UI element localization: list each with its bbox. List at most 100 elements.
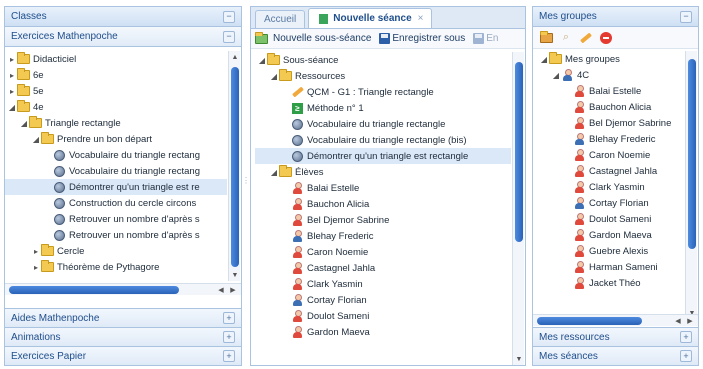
scroll-down-icon[interactable]: ▼ — [513, 353, 525, 365]
tree-item[interactable]: Castagnel Jahla — [255, 260, 511, 276]
tab-nouvelle-seance[interactable]: Nouvelle séance × — [308, 8, 433, 28]
tree-item[interactable]: QCM - G1 : Triangle rectangle — [255, 84, 511, 100]
expand-icon[interactable]: + — [680, 331, 692, 343]
tree-item[interactable]: Clark Yasmin — [255, 276, 511, 292]
scroll-right-icon[interactable]: ▶ — [684, 315, 696, 327]
tree-item[interactable]: ◢ Mes groupes — [537, 51, 684, 67]
scroll-up-icon[interactable]: ▲ — [229, 51, 241, 63]
tree-item[interactable]: Cortay Florian — [537, 195, 684, 211]
expand-icon[interactable]: + — [223, 312, 235, 324]
tree-item[interactable]: Gardon Maeva — [537, 227, 684, 243]
expand-icon[interactable]: + — [223, 331, 235, 343]
edit-icon[interactable] — [579, 31, 593, 45]
collapse-icon[interactable]: − — [223, 10, 235, 23]
tree-item[interactable]: ◢ 4C — [537, 67, 684, 83]
expand-icon[interactable]: + — [223, 350, 235, 362]
tree-item[interactable]: ▸ Théorème de Pythagore — [5, 259, 227, 275]
tree-item[interactable]: ◢ Sous-séance — [255, 52, 511, 68]
save-button[interactable]: En — [473, 33, 498, 44]
tree-item[interactable]: Bel Djemor Sabrine — [537, 115, 684, 131]
search-icon[interactable]: ⌕ — [559, 31, 573, 45]
vertical-scrollbar[interactable]: ▼ — [685, 51, 697, 319]
expand-arrow-icon[interactable]: ▸ — [31, 263, 41, 272]
tree-item[interactable]: ≥ Méthode n° 1 — [255, 100, 511, 116]
scrollbar-thumb[interactable] — [537, 317, 642, 325]
tree-item[interactable]: Démontrer qu'un triangle est rectangle — [255, 148, 511, 164]
expanded-arrow-icon[interactable]: ◢ — [7, 103, 17, 112]
tree-item[interactable]: Gardon Maeva — [255, 324, 511, 340]
tree-item[interactable]: ◢ Ressources — [255, 68, 511, 84]
expanded-arrow-icon[interactable]: ◢ — [31, 135, 41, 144]
tree-item[interactable]: Doulot Sameni — [255, 308, 511, 324]
tree-item[interactable]: Clark Yasmin — [537, 179, 684, 195]
tree-item[interactable]: Construction du cercle circons — [5, 195, 227, 211]
vertical-scrollbar[interactable]: ▲ ▼ — [228, 51, 240, 281]
expanded-arrow-icon[interactable]: ◢ — [19, 119, 29, 128]
tree-item[interactable]: Harman Sameni — [537, 259, 684, 275]
tree-item[interactable]: Démontrer qu'un triangle est re — [5, 179, 227, 195]
expand-arrow-icon[interactable]: ▸ — [31, 247, 41, 256]
tree-item[interactable]: Vocabulaire du triangle rectangle (bis) — [255, 132, 511, 148]
new-subsession-button[interactable]: Nouvelle sous-séance — [255, 31, 371, 44]
tree-item[interactable]: Vocabulaire du triangle rectangle — [255, 116, 511, 132]
collapsed-section-header[interactable]: Animations + — [5, 327, 241, 346]
expanded-arrow-icon[interactable]: ◢ — [269, 168, 279, 177]
add-group-icon[interactable] — [539, 30, 553, 45]
expanded-arrow-icon[interactable]: ◢ — [539, 55, 549, 64]
tree-item[interactable]: ▸ Cercle — [5, 243, 227, 259]
tree-item[interactable]: Balai Estelle — [537, 83, 684, 99]
scroll-left-icon[interactable]: ◀ — [215, 284, 227, 296]
tree-item[interactable]: Guebre Alexis — [537, 243, 684, 259]
vertical-scrollbar[interactable]: ▼ — [512, 52, 524, 365]
tree-item[interactable]: Balai Estelle — [255, 180, 511, 196]
mathenpoche-header[interactable]: Exercices Mathenpoche − — [5, 27, 241, 47]
collapse-icon[interactable]: − — [680, 10, 692, 23]
scrollbar-thumb[interactable] — [688, 59, 696, 249]
collapsed-section-header[interactable]: Mes ressources + — [533, 327, 698, 346]
expanded-arrow-icon[interactable]: ◢ — [269, 72, 279, 81]
tree-item[interactable]: Caron Noemie — [255, 244, 511, 260]
tree-item[interactable]: Blehay Frederic — [537, 131, 684, 147]
collapsed-section-header[interactable]: Exercices Papier + — [5, 346, 241, 365]
scroll-right-icon[interactable]: ▶ — [227, 284, 239, 296]
horizontal-scrollbar[interactable]: ◀ ▶ — [533, 314, 698, 326]
tree-item[interactable]: Castagnel Jahla — [537, 163, 684, 179]
tree-item[interactable]: Vocabulaire du triangle rectang — [5, 147, 227, 163]
tree-item[interactable]: Bauchon Alicia — [255, 196, 511, 212]
close-icon[interactable]: × — [418, 13, 424, 24]
tree-item[interactable]: Cortay Florian — [255, 292, 511, 308]
collapsed-section-header[interactable]: Aides Mathenpoche + — [5, 308, 241, 327]
tree-item[interactable]: Doulot Sameni — [537, 211, 684, 227]
horizontal-scrollbar[interactable]: ◀ ▶ — [5, 283, 241, 295]
collapse-icon[interactable]: − — [223, 30, 235, 43]
tree-item[interactable]: Bauchon Alicia — [537, 99, 684, 115]
tree-item[interactable]: ▸ Didacticiel — [5, 51, 227, 67]
expand-arrow-icon[interactable]: ▸ — [7, 87, 17, 96]
collapsed-section-header[interactable]: Mes séances + — [533, 346, 698, 365]
classes-header[interactable]: Classes − — [5, 7, 241, 27]
scrollbar-thumb[interactable] — [515, 62, 523, 242]
groups-header[interactable]: Mes groupes − — [533, 7, 698, 27]
tree-item[interactable]: Retrouver un nombre d'après s — [5, 227, 227, 243]
tree-item[interactable]: Bel Djemor Sabrine — [255, 212, 511, 228]
scroll-down-icon[interactable]: ▼ — [229, 269, 241, 281]
tree-item[interactable]: Retrouver un nombre d'après s — [5, 211, 227, 227]
save-as-button[interactable]: Enregistrer sous — [379, 33, 465, 44]
delete-icon[interactable] — [599, 31, 613, 45]
scrollbar-thumb[interactable] — [9, 286, 179, 294]
tab-accueil[interactable]: Accueil — [255, 10, 306, 28]
expand-arrow-icon[interactable]: ▸ — [7, 55, 17, 64]
expand-icon[interactable]: + — [680, 350, 692, 362]
expand-arrow-icon[interactable]: ▸ — [7, 71, 17, 80]
tree-item[interactable]: Vocabulaire du triangle rectang — [5, 163, 227, 179]
tree-item[interactable]: Blehay Frederic — [255, 228, 511, 244]
scrollbar-thumb[interactable] — [231, 67, 239, 267]
scroll-left-icon[interactable]: ◀ — [672, 315, 684, 327]
splitter-handle[interactable]: ⋮ — [242, 150, 250, 210]
tree-item[interactable]: ◢ Triangle rectangle — [5, 115, 227, 131]
expanded-arrow-icon[interactable]: ◢ — [257, 56, 267, 65]
expanded-arrow-icon[interactable]: ◢ — [551, 71, 561, 80]
tree-item[interactable]: ▸ 5e — [5, 83, 227, 99]
tree-item[interactable]: ◢ Prendre un bon départ — [5, 131, 227, 147]
tree-item[interactable]: ◢ 4e — [5, 99, 227, 115]
